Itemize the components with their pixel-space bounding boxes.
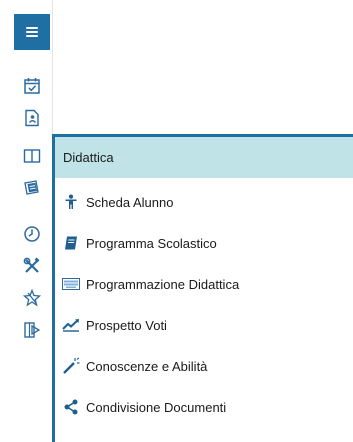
- star-badge-icon[interactable]: [22, 288, 42, 308]
- share-icon: [61, 397, 81, 417]
- menu-icon: [26, 31, 38, 33]
- magic-wand-icon: [61, 356, 81, 376]
- logout-icon[interactable]: [22, 320, 42, 340]
- notebook-icon: [61, 233, 81, 253]
- person-icon: [61, 192, 81, 212]
- calendar-check-icon[interactable]: [22, 76, 42, 96]
- menu-item-programmazione-didattica[interactable]: Programmazione Didattica: [55, 266, 353, 302]
- flyout-header[interactable]: Didattica: [55, 137, 353, 178]
- keyboard-icon: [61, 274, 81, 294]
- menu-item-condivisione-documenti[interactable]: Condivisione Documenti: [55, 389, 353, 425]
- menu-item-label: Conoscenze e Abilità: [86, 358, 208, 374]
- book-icon[interactable]: [22, 146, 42, 166]
- clock-icon[interactable]: [22, 224, 42, 244]
- document-person-icon[interactable]: [22, 108, 42, 128]
- menu-item-label: Programmazione Didattica: [86, 276, 240, 292]
- menu-item-label: Prospetto Voti: [86, 317, 167, 333]
- bulletin-board-icon[interactable]: [22, 178, 42, 198]
- menu-item-prospetto-voti[interactable]: Prospetto Voti: [55, 307, 353, 343]
- tools-icon[interactable]: [22, 256, 42, 276]
- menu-item-conoscenze-abilita[interactable]: Conoscenze e Abilità: [55, 348, 353, 384]
- trend-chart-icon: [61, 315, 81, 335]
- menu-item-label: Scheda Alunno: [86, 194, 174, 210]
- side-rail: [0, 0, 52, 442]
- didattica-flyout-menu: Didattica Scheda Alunno Programma Scolas…: [52, 134, 353, 442]
- menu-item-label: Condivisione Documenti: [86, 399, 227, 415]
- menu-toggle-button[interactable]: [14, 14, 50, 50]
- menu-item-programma-scolastico[interactable]: Programma Scolastico: [55, 225, 353, 261]
- menu-item-label: Programma Scolastico: [86, 235, 217, 251]
- menu-item-scheda-alunno[interactable]: Scheda Alunno: [55, 184, 353, 220]
